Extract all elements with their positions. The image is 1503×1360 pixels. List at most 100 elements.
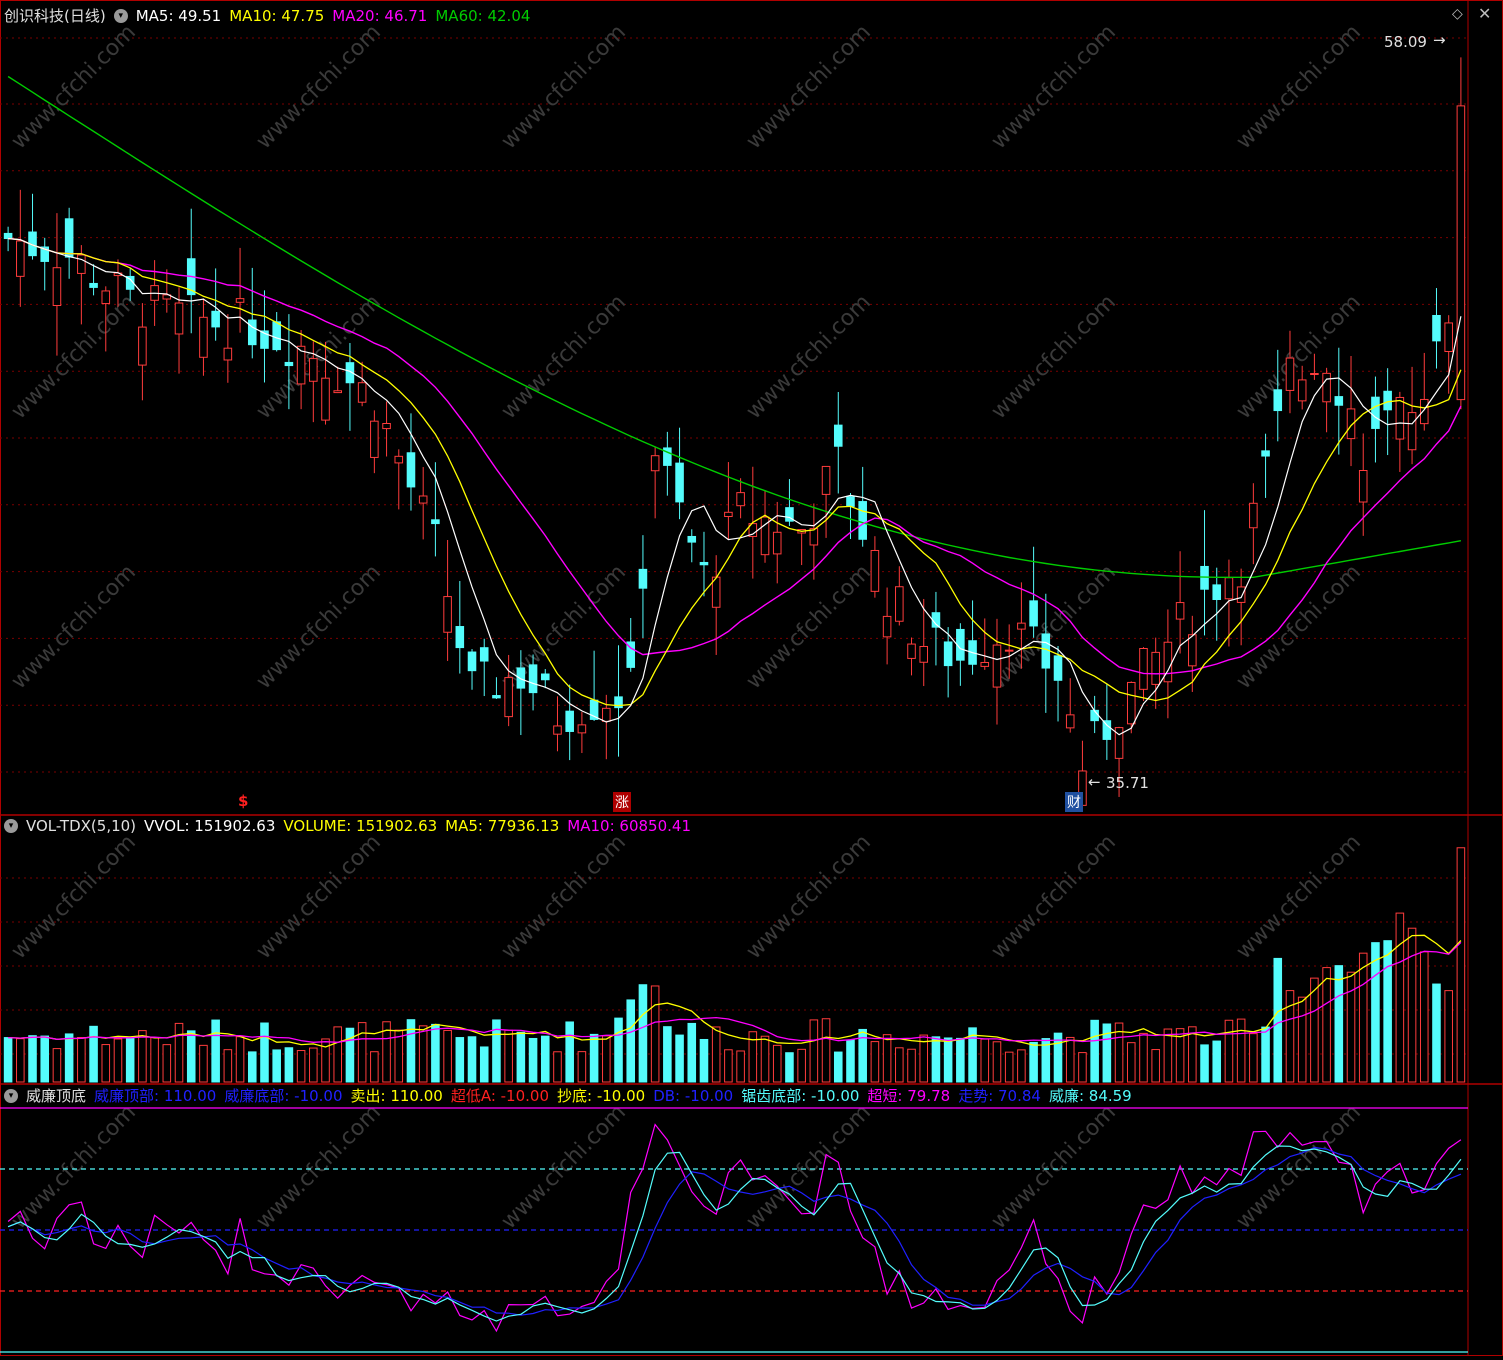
candle-body <box>1407 412 1417 451</box>
volume-panel-header: ▾ VOL-TDX(5,10) VVOL: 151902.63 VOLUME: … <box>4 815 699 837</box>
watermark-text: www.cfchi.com <box>742 290 876 424</box>
candle-body <box>418 495 428 504</box>
volume-bar <box>785 1052 794 1083</box>
candle-body <box>1419 398 1429 425</box>
volume-bar <box>1383 940 1392 1083</box>
ind-top-label: 威廉顶部: 110.00 <box>94 1087 217 1105</box>
volume-bar <box>1346 971 1356 1083</box>
volume-bar <box>284 1047 294 1083</box>
low-price-label: 35.71 <box>1106 774 1149 792</box>
volume-bar <box>577 1051 587 1083</box>
volume-bar <box>260 1022 269 1083</box>
watermark-text: www.cfchi.com <box>1232 20 1366 154</box>
candle-body <box>431 519 440 525</box>
diamond-icon[interactable]: ◇ <box>1452 6 1463 22</box>
volume-bar <box>699 1038 709 1083</box>
volume-bar <box>1444 990 1453 1083</box>
volume-bar <box>1200 1044 1209 1083</box>
candle-body <box>821 465 831 495</box>
volume-bar <box>1261 1026 1270 1083</box>
volume-bar <box>89 1025 98 1083</box>
volume-bar <box>1224 1019 1234 1083</box>
limit-up-marker[interactable]: 涨 <box>613 792 631 812</box>
volume-bar <box>760 1035 770 1083</box>
ind-buydip-label: 抄底: -10.00 <box>557 1087 646 1105</box>
candle-body <box>553 725 562 735</box>
candle-body <box>1053 655 1063 681</box>
candle-body <box>980 661 990 667</box>
volume-bar <box>821 1018 831 1083</box>
volume-bar <box>1371 942 1380 1083</box>
volume-bar <box>1432 983 1441 1083</box>
candle-body <box>16 240 25 277</box>
candle-body <box>235 298 245 303</box>
candle-body <box>1285 357 1295 391</box>
candle-body <box>1249 502 1258 529</box>
volume-menu-icon[interactable]: ▾ <box>4 819 18 833</box>
candle-body <box>455 626 465 649</box>
candle-body <box>284 361 294 367</box>
candle-body <box>223 347 233 361</box>
stock-chart-window: www.cfchi.com www.cfchi.com www.cfchi.com w… <box>0 0 1503 1356</box>
finance-marker[interactable]: 财 <box>1065 792 1083 812</box>
volume-bar <box>528 1037 538 1083</box>
volume-bar <box>1297 996 1307 1083</box>
volume-bar <box>1029 1041 1038 1083</box>
volume-bar <box>1273 957 1283 1083</box>
candle-body <box>943 641 953 667</box>
chart-canvas: www.cfchi.com www.cfchi.com www.cfchi.com w… <box>0 0 1503 1356</box>
watermark-text: www.cfchi.com <box>987 20 1121 154</box>
ma20-label: MA20: 46.71 <box>332 7 428 25</box>
volume-bar <box>663 1026 672 1083</box>
candle-body <box>1432 314 1441 342</box>
candle-body <box>650 455 660 472</box>
volume-bar <box>199 1044 208 1083</box>
volume-bar <box>1322 967 1331 1083</box>
candle-body <box>101 290 111 305</box>
close-icon[interactable]: ✕ <box>1478 4 1491 23</box>
candle-body <box>675 462 684 503</box>
watermark-text: www.cfchi.com <box>1232 290 1366 424</box>
volume-bar <box>16 1038 25 1083</box>
candle-body <box>687 535 697 543</box>
ma10-line <box>8 237 1462 707</box>
watermark-text: www.cfchi.com <box>1232 830 1366 964</box>
vol-ma10-label: MA10: 60850.41 <box>567 817 691 835</box>
volume-bar <box>675 1034 684 1083</box>
volume-bar <box>833 1051 843 1083</box>
volume-bar <box>553 1051 562 1083</box>
ind-williams-label: 威廉: 84.59 <box>1048 1087 1132 1105</box>
candle-body <box>895 586 904 622</box>
candle-body <box>138 326 147 366</box>
volume-label: VOLUME: 151902.63 <box>283 817 438 835</box>
candle-body <box>321 377 330 421</box>
candle-body <box>516 667 526 689</box>
volume-bar <box>52 1048 62 1083</box>
candle-body <box>1212 584 1222 601</box>
panel-menu-icon[interactable]: ▾ <box>113 9 128 23</box>
candle-body <box>992 644 1002 688</box>
volume-bar <box>333 1026 343 1083</box>
watermark-text: www.cfchi.com <box>7 1100 141 1234</box>
dollar-marker[interactable]: $ <box>238 792 248 810</box>
volume-bar <box>772 1044 782 1083</box>
volume-bar <box>272 1049 281 1083</box>
volume-bar <box>614 1017 623 1083</box>
volume-bar <box>650 985 660 1083</box>
volume-bar <box>589 1033 599 1083</box>
candle-body <box>528 664 538 694</box>
candle-body <box>1444 322 1453 352</box>
candle-body <box>3 232 13 240</box>
volume-bar <box>956 1037 965 1083</box>
candle-body <box>1017 622 1026 630</box>
volume-bar <box>479 1046 489 1083</box>
candle-body <box>394 455 404 464</box>
volume-bar <box>846 1039 855 1083</box>
candle-body <box>1273 389 1283 412</box>
indicator-menu-icon[interactable]: ▾ <box>4 1089 18 1103</box>
watermark-text: www.cfchi.com <box>252 830 386 964</box>
watermark-text: www.cfchi.com <box>742 830 876 964</box>
volume-bar <box>186 1030 196 1083</box>
volume-bar <box>1310 977 1319 1083</box>
candle-body <box>492 695 501 699</box>
